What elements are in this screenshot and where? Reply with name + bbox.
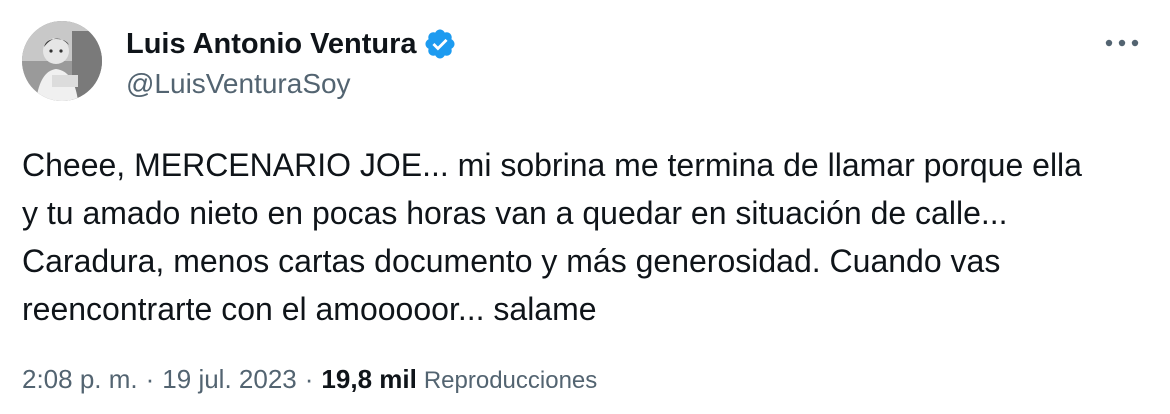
display-name[interactable]: Luis Antonio Ventura bbox=[126, 28, 417, 61]
views-count[interactable]: 19,8 mil bbox=[321, 364, 416, 395]
tweet-meta: 2:08 p. m. · 19 jul. 2023 · 19,8 mil Rep… bbox=[22, 364, 597, 395]
avatar[interactable] bbox=[22, 21, 102, 101]
name-row: Luis Antonio Ventura bbox=[126, 24, 457, 64]
tweet-date[interactable]: 19 jul. 2023 bbox=[162, 364, 296, 395]
handle[interactable]: @LuisVenturaSoy bbox=[126, 68, 457, 100]
author-block: Luis Antonio Ventura @LuisVenturaSoy bbox=[126, 24, 457, 100]
meta-separator: · bbox=[145, 364, 155, 394]
tweet-card: Luis Antonio Ventura @LuisVenturaSoy Che… bbox=[0, 0, 1170, 414]
tweet-time[interactable]: 2:08 p. m. bbox=[22, 364, 138, 395]
verified-badge-icon[interactable] bbox=[423, 27, 457, 61]
meta-separator: · bbox=[304, 364, 314, 394]
tweet-text: Cheee, MERCENARIO JOE... mi sobrina me t… bbox=[22, 147, 1082, 327]
more-options-icon[interactable] bbox=[1102, 28, 1142, 58]
avatar-photo bbox=[22, 21, 102, 101]
views-label[interactable]: Reproducciones bbox=[424, 367, 597, 395]
